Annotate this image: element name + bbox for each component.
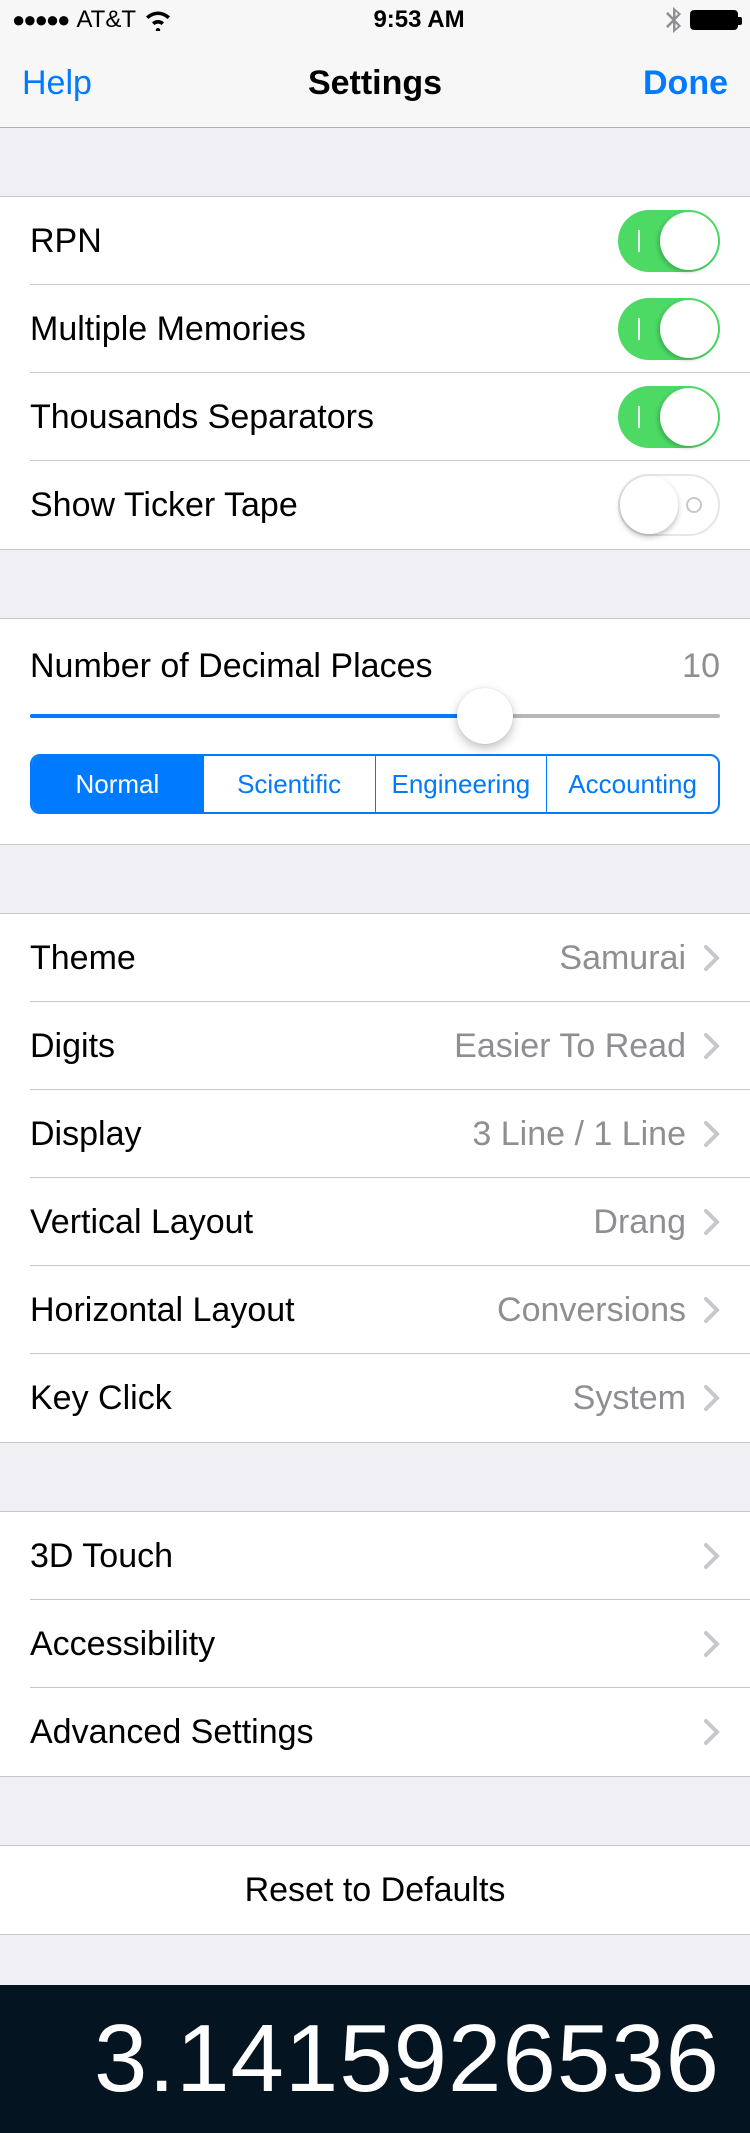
done-button[interactable]: Done <box>643 64 728 103</box>
thousands-label: Thousands Separators <box>30 398 374 437</box>
signal-dots: ●●●●● <box>12 7 68 33</box>
segment-accounting[interactable]: Accounting <box>546 756 718 812</box>
nav-bar: Help Settings Done <box>0 40 750 128</box>
calculator-value: 3.1415926536 <box>94 2004 720 2114</box>
segment-normal[interactable]: Normal <box>32 756 203 812</box>
chevron-right-icon <box>704 1033 720 1059</box>
keyclick-row[interactable]: Key Click System <box>0 1354 750 1442</box>
decimal-slider[interactable] <box>30 714 720 718</box>
rpn-label: RPN <box>30 222 102 261</box>
vlayout-value: Drang <box>593 1203 686 1242</box>
decimal-value: 10 <box>682 647 720 686</box>
decimal-label: Number of Decimal Places <box>30 647 432 686</box>
3d-touch-label: 3D Touch <box>30 1537 173 1576</box>
segment-engineering[interactable]: Engineering <box>375 756 547 812</box>
theme-value: Samurai <box>559 939 686 978</box>
digits-value: Easier To Read <box>454 1027 686 1066</box>
bluetooth-icon <box>666 7 682 33</box>
memories-row: Multiple Memories <box>0 285 750 373</box>
accessibility-row[interactable]: Accessibility <box>0 1600 750 1688</box>
rpn-switch[interactable] <box>618 210 720 272</box>
3d-touch-row[interactable]: 3D Touch <box>0 1512 750 1600</box>
reset-label: Reset to Defaults <box>245 1871 506 1910</box>
notation-segmented: Normal Scientific Engineering Accounting <box>30 754 720 814</box>
help-button[interactable]: Help <box>22 64 92 103</box>
keyclick-value: System <box>573 1379 686 1418</box>
decimal-group: Number of Decimal Places 10 Normal Scien… <box>0 618 750 845</box>
memories-label: Multiple Memories <box>30 310 306 349</box>
digits-label: Digits <box>30 1027 115 1066</box>
chevron-right-icon <box>704 1719 720 1745</box>
chevron-right-icon <box>704 1121 720 1147</box>
chevron-right-icon <box>704 1385 720 1411</box>
rpn-row: RPN <box>0 197 750 285</box>
memories-switch[interactable] <box>618 298 720 360</box>
vertical-layout-row[interactable]: Vertical Layout Drang <box>0 1178 750 1266</box>
chevron-right-icon <box>704 945 720 971</box>
reset-button[interactable]: Reset to Defaults <box>0 1846 750 1934</box>
advanced-label: Advanced Settings <box>30 1713 314 1752</box>
thousands-switch[interactable] <box>618 386 720 448</box>
vlayout-label: Vertical Layout <box>30 1203 253 1242</box>
ticker-row: Show Ticker Tape <box>0 461 750 549</box>
display-label: Display <box>30 1115 141 1154</box>
ticker-switch[interactable] <box>618 474 720 536</box>
prefs-group: Theme Samurai Digits Easier To Read Disp… <box>0 913 750 1443</box>
accessibility-label: Accessibility <box>30 1625 215 1664</box>
chevron-right-icon <box>704 1297 720 1323</box>
display-row[interactable]: Display 3 Line / 1 Line <box>0 1090 750 1178</box>
page-title: Settings <box>308 64 442 103</box>
reset-group: Reset to Defaults <box>0 1845 750 1935</box>
horizontal-layout-row[interactable]: Horizontal Layout Conversions <box>0 1266 750 1354</box>
segment-scientific[interactable]: Scientific <box>203 756 375 812</box>
digits-row[interactable]: Digits Easier To Read <box>0 1002 750 1090</box>
ticker-label: Show Ticker Tape <box>30 486 298 525</box>
toggles-group: RPN Multiple Memories Thousands Separato… <box>0 196 750 550</box>
keyclick-label: Key Click <box>30 1379 172 1418</box>
advanced-row[interactable]: Advanced Settings <box>0 1688 750 1776</box>
chevron-right-icon <box>704 1631 720 1657</box>
slider-thumb[interactable] <box>457 688 513 744</box>
more-group: 3D Touch Accessibility Advanced Settings <box>0 1511 750 1777</box>
calculator-display: 3.1415926536 <box>0 1985 750 2133</box>
clock: 9:53 AM <box>373 6 464 34</box>
display-value: 3 Line / 1 Line <box>472 1115 686 1154</box>
theme-label: Theme <box>30 939 136 978</box>
hlayout-value: Conversions <box>497 1291 686 1330</box>
thousands-row: Thousands Separators <box>0 373 750 461</box>
wifi-icon <box>144 9 172 31</box>
battery-icon <box>690 10 738 30</box>
status-bar: ●●●●● AT&T 9:53 AM <box>0 0 750 40</box>
carrier-label: AT&T <box>76 6 136 34</box>
theme-row[interactable]: Theme Samurai <box>0 914 750 1002</box>
chevron-right-icon <box>704 1209 720 1235</box>
chevron-right-icon <box>704 1543 720 1569</box>
hlayout-label: Horizontal Layout <box>30 1291 295 1330</box>
